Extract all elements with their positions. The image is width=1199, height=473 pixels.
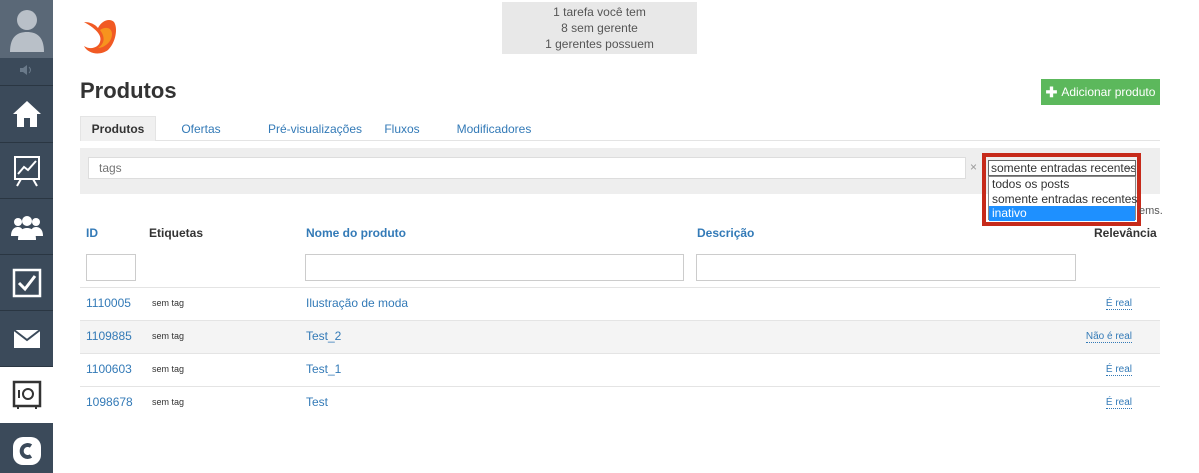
tab-produtos[interactable]: Produtos xyxy=(80,116,156,141)
row-name[interactable]: Test_2 xyxy=(306,329,341,343)
row-relevance[interactable]: É real xyxy=(1105,298,1132,310)
tab-ofertas[interactable]: Ofertas xyxy=(166,116,236,141)
header-name[interactable]: Nome do produto xyxy=(306,226,406,240)
chart-icon xyxy=(13,156,40,187)
row-name[interactable]: Ilustração de moda xyxy=(306,296,408,310)
header-tags: Etiquetas xyxy=(149,226,204,240)
status-select[interactable]: somente entradas recentes ⌵ xyxy=(988,160,1136,176)
mail-icon xyxy=(12,329,41,348)
tab-fluxos[interactable]: Fluxos xyxy=(378,116,426,141)
table-row: 1109885 sem tag Test_2 Não é real xyxy=(80,320,1160,353)
add-product-label: Adicionar produto xyxy=(1061,85,1156,99)
items-count-text: ems. xyxy=(1139,205,1163,217)
users-icon xyxy=(10,216,43,240)
plus-icon: ✚ xyxy=(1045,83,1058,100)
header-description[interactable]: Descrição xyxy=(697,226,754,240)
row-relevance[interactable]: É real xyxy=(1105,397,1132,409)
sidebar-item-products[interactable] xyxy=(0,367,53,423)
c-logo-icon xyxy=(12,437,41,465)
table-row: 1100603 sem tag Test_1 É real xyxy=(80,353,1160,386)
chevron-down-icon: ⌵ xyxy=(1125,162,1133,173)
products-icon xyxy=(12,380,41,409)
row-tag: sem tag xyxy=(152,298,185,308)
home-icon xyxy=(12,101,41,127)
status-select-value: somente entradas recentes xyxy=(991,161,1136,175)
tab-pre-visualizacoes[interactable]: Pré-visualizações xyxy=(252,116,378,141)
row-id[interactable]: 1098678 xyxy=(86,395,133,409)
sidebar-item-contacts[interactable] xyxy=(0,199,53,255)
notification-tasks: 1 tarefa você tem xyxy=(553,5,646,19)
row-name[interactable]: Test_1 xyxy=(306,362,341,376)
tab-modificadores[interactable]: Modificadores xyxy=(450,116,538,141)
brand-logo xyxy=(84,20,116,54)
row-relevance[interactable]: É real xyxy=(1105,364,1132,376)
status-option-recent[interactable]: somente entradas recentes xyxy=(989,192,1137,207)
row-tag: sem tag xyxy=(152,364,185,374)
status-dropdown: todos os posts somente entradas recentes… xyxy=(988,176,1137,221)
description-filter-input[interactable] xyxy=(696,254,1076,281)
row-name[interactable]: Test xyxy=(306,395,328,409)
table-row: 1098678 sem tag Test É real xyxy=(80,386,1160,419)
status-option-all[interactable]: todos os posts xyxy=(989,177,1135,192)
row-relevance[interactable]: Não é real xyxy=(1085,331,1132,343)
notification-unassigned: 8 sem gerente xyxy=(561,21,638,35)
status-option-inactive[interactable]: inativo xyxy=(989,206,1135,221)
user-avatar[interactable] xyxy=(0,0,53,58)
row-id[interactable]: 1110005 xyxy=(86,296,131,310)
sidebar-item-home[interactable] xyxy=(0,86,53,142)
sidebar-item-tasks[interactable] xyxy=(0,255,53,311)
page-title: Produtos xyxy=(80,78,177,103)
tasks-icon xyxy=(12,268,41,298)
sidebar-item-mail[interactable] xyxy=(0,311,53,367)
sidebar-item-reports[interactable] xyxy=(0,143,53,199)
sidebar xyxy=(0,0,53,473)
speaker-icon[interactable] xyxy=(0,60,53,80)
product-tabs: Produtos Ofertas Pré-visualizações Fluxo… xyxy=(80,116,1160,141)
sidebar-item-brand[interactable] xyxy=(0,423,53,473)
row-tag: sem tag xyxy=(152,331,185,341)
table-row: 1110005 sem tag Ilustração de moda É rea… xyxy=(80,287,1160,320)
id-filter-input[interactable] xyxy=(86,254,136,281)
name-filter-input[interactable] xyxy=(305,254,684,281)
header-id[interactable]: ID xyxy=(86,226,98,240)
notification-panel[interactable]: 1 tarefa você tem 8 sem gerente 1 gerent… xyxy=(502,2,697,54)
header-relevance: Relevância xyxy=(1094,226,1157,240)
tags-input[interactable] xyxy=(88,157,966,179)
row-id[interactable]: 1100603 xyxy=(86,362,132,376)
row-tag: sem tag xyxy=(152,397,185,407)
add-product-button[interactable]: ✚ Adicionar produto xyxy=(1041,79,1160,105)
row-id[interactable]: 1109885 xyxy=(86,329,132,343)
notification-managers: 1 gerentes possuem xyxy=(545,37,654,51)
user-avatar-icon xyxy=(9,10,44,52)
clear-tags-icon[interactable]: × xyxy=(970,160,977,174)
